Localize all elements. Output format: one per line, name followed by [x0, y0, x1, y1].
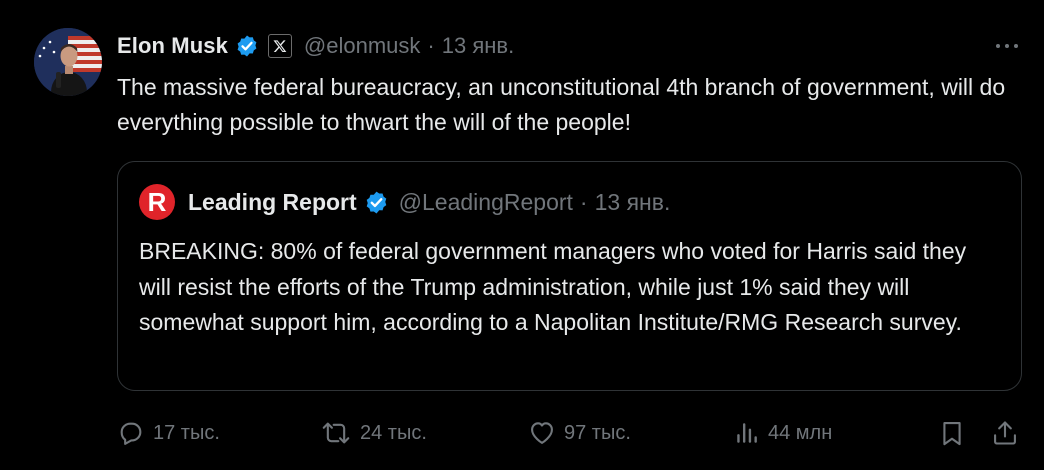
tweet-text: The massive federal bureaucracy, an unco…	[117, 74, 1006, 135]
quoted-tweet-date[interactable]: 13 янв.	[595, 189, 671, 216]
share-button[interactable]	[991, 413, 1019, 453]
bookmark-icon	[938, 419, 966, 447]
views-button[interactable]: 44 млн	[734, 413, 832, 453]
tweet-header: Elon Musk @elonmusk · 13 янв.	[117, 30, 514, 62]
quoted-author-handle[interactable]: @LeadingReport	[399, 189, 573, 216]
repost-button[interactable]: 24 тыс.	[320, 413, 427, 453]
repost-icon	[320, 419, 352, 447]
quoted-tweet-header: R Leading Report @LeadingReport · 13 янв…	[139, 184, 670, 220]
author-name[interactable]: Elon Musk	[117, 33, 228, 59]
tweet-date[interactable]: 13 янв.	[442, 33, 514, 59]
author-avatar[interactable]	[34, 28, 102, 96]
quoted-author-name[interactable]: Leading Report	[188, 189, 357, 216]
quoted-tweet-text: BREAKING: 80% of federal government mana…	[139, 238, 967, 335]
quoted-author-avatar[interactable]: R	[139, 184, 175, 220]
heart-icon	[528, 419, 556, 447]
x-logo-icon[interactable]	[267, 34, 292, 58]
reply-button[interactable]: 17 тыс.	[117, 413, 220, 453]
quoted-tweet[interactable]: R Leading Report @LeadingReport · 13 янв…	[117, 161, 1022, 391]
action-bar: 17 тыс. 24 тыс. 97 тыс. 44 млн	[117, 413, 1027, 453]
separator-dot: ·	[427, 33, 435, 58]
like-count: 97 тыс.	[564, 421, 631, 444]
repost-count: 24 тыс.	[360, 421, 427, 444]
like-button[interactable]: 97 тыс.	[528, 413, 631, 453]
author-handle[interactable]: @elonmusk	[304, 33, 421, 59]
author-avatar-image	[34, 28, 102, 96]
share-icon	[991, 419, 1019, 447]
separator-dot: ·	[579, 188, 588, 215]
reply-icon	[117, 419, 145, 447]
tweet: Elon Musk @elonmusk · 13 янв. The massiv…	[0, 0, 1044, 470]
verified-badge-icon[interactable]	[364, 190, 389, 215]
verified-badge-icon[interactable]	[235, 34, 259, 58]
views-icon	[734, 419, 760, 447]
views-count: 44 млн	[768, 421, 833, 444]
bookmark-button[interactable]	[938, 413, 966, 453]
more-icon[interactable]	[992, 32, 1022, 60]
reply-count: 17 тыс.	[153, 421, 220, 444]
